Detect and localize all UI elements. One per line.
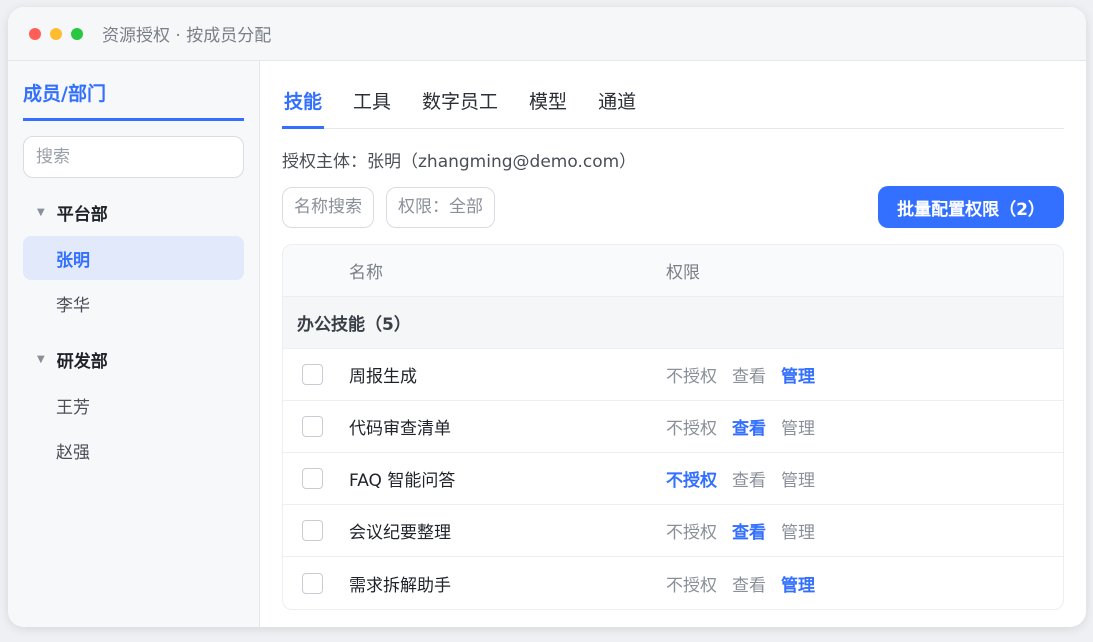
resource-name: 代码审查清单	[349, 419, 451, 439]
row-checkbox[interactable]	[301, 520, 323, 541]
dept-name: 平台部	[56, 204, 108, 225]
row-checkbox[interactable]	[301, 364, 323, 385]
minimize-window-icon[interactable]	[50, 27, 62, 40]
permission-options: 不授权 查看 管理	[666, 571, 830, 596]
toolbar: 名称搜索 权限：全部 批量配置权限（2）	[282, 186, 1064, 228]
permission-option-manage[interactable]: 管理	[781, 518, 815, 543]
main-panel: 技能 工具 数字员工 模型 通道 授权主体：张明（zhangming@demo.…	[260, 61, 1086, 627]
caret-down-icon: ▼	[37, 206, 45, 218]
resource-name: 会议纪要整理	[349, 523, 451, 543]
auth-subject: 授权主体：张明（zhangming@demo.com）	[282, 152, 637, 172]
permission-option-manage[interactable]: 管理	[781, 571, 815, 596]
permission-option-view[interactable]: 查看	[732, 466, 766, 491]
dept-name: 研发部	[56, 351, 108, 372]
window-title: 资源授权 · 按成员分配	[102, 26, 272, 46]
table-row: 周报生成 不授权 查看 管理	[283, 349, 1063, 401]
resource-name: 需求拆解助手	[349, 575, 451, 596]
permission-option-view[interactable]: 查看	[732, 571, 766, 596]
permission-options: 不授权 查看 管理	[666, 362, 830, 387]
table-row: 会议纪要整理 不授权 查看 管理	[283, 505, 1063, 557]
caret-down-icon: ▼	[37, 353, 45, 365]
close-window-icon[interactable]	[29, 27, 41, 40]
permission-option-none[interactable]: 不授权	[666, 518, 717, 543]
batch-configure-button[interactable]: 批量配置权限（2）	[878, 186, 1064, 228]
permission-options: 不授权 查看 管理	[666, 518, 830, 543]
tab-tools[interactable]: 工具	[351, 87, 393, 129]
permission-option-view[interactable]: 查看	[732, 414, 766, 439]
permission-option-manage[interactable]: 管理	[781, 362, 815, 387]
table-header: 名称 权限	[283, 245, 1063, 297]
table-row: FAQ 智能问答 不授权 查看 管理	[283, 453, 1063, 505]
tab-skills[interactable]: 技能	[282, 87, 325, 129]
permission-option-manage[interactable]: 管理	[781, 466, 815, 491]
group-row[interactable]: 办公技能（5）	[283, 297, 1063, 349]
row-checkbox[interactable]	[301, 572, 323, 594]
permission-option-view[interactable]: 查看	[732, 518, 766, 543]
name-search-input[interactable]: 名称搜索	[282, 186, 374, 228]
permission-option-view[interactable]: 查看	[732, 362, 766, 387]
permission-option-none[interactable]: 不授权	[666, 466, 717, 491]
table-row: 代码审查清单 不授权 查看 管理	[283, 401, 1063, 453]
permission-table: 名称 权限 办公技能（5） 周报生成 不授权 查看 管理 代码审查清单 不授权 查看 管理 FA…	[282, 244, 1064, 610]
member-search-input[interactable]	[23, 136, 244, 178]
resource-tabs: 技能 工具 数字员工 模型 通道	[282, 87, 1064, 129]
permission-filter-select[interactable]: 权限：全部	[386, 186, 495, 228]
column-header-permission: 权限	[666, 263, 700, 283]
tab-channels[interactable]: 通道	[596, 87, 638, 129]
maximize-window-icon[interactable]	[71, 27, 83, 40]
dept-rnd[interactable]: ▼ 研发部	[23, 337, 244, 381]
permission-option-manage[interactable]: 管理	[781, 414, 815, 439]
row-checkbox[interactable]	[301, 468, 323, 489]
row-checkbox[interactable]	[301, 416, 323, 437]
member-item-zhangming[interactable]: 张明	[23, 236, 244, 280]
dept-platform[interactable]: ▼ 平台部	[23, 190, 244, 234]
permission-options: 不授权 查看 管理	[666, 466, 830, 491]
table-row: 需求拆解助手 不授权 查看 管理	[283, 557, 1063, 609]
permission-option-none[interactable]: 不授权	[666, 571, 717, 596]
permission-option-none[interactable]: 不授权	[666, 362, 717, 387]
column-header-name: 名称	[349, 263, 383, 283]
member-item-zhaoqiang[interactable]: 赵强	[23, 428, 244, 472]
permission-option-none[interactable]: 不授权	[666, 414, 717, 439]
tab-digital-employees[interactable]: 数字员工	[420, 87, 500, 129]
title-bar: 资源授权 · 按成员分配	[8, 7, 1086, 61]
resource-name: 周报生成	[349, 367, 417, 387]
tab-models[interactable]: 模型	[527, 87, 569, 129]
member-sidebar: 成员/部门 ▼ 平台部 张明 李华 ▼ 研发部 王芳 赵强	[8, 61, 260, 627]
sidebar-title: 成员/部门	[23, 79, 244, 121]
member-item-wangfang[interactable]: 王芳	[23, 383, 244, 427]
resource-name: FAQ 智能问答	[349, 471, 456, 491]
member-item-lihua[interactable]: 李华	[23, 281, 244, 325]
permission-options: 不授权 查看 管理	[666, 414, 830, 439]
app-window: 资源授权 · 按成员分配 成员/部门 ▼ 平台部 张明 李华 ▼ 研发部 王芳 …	[8, 7, 1086, 627]
